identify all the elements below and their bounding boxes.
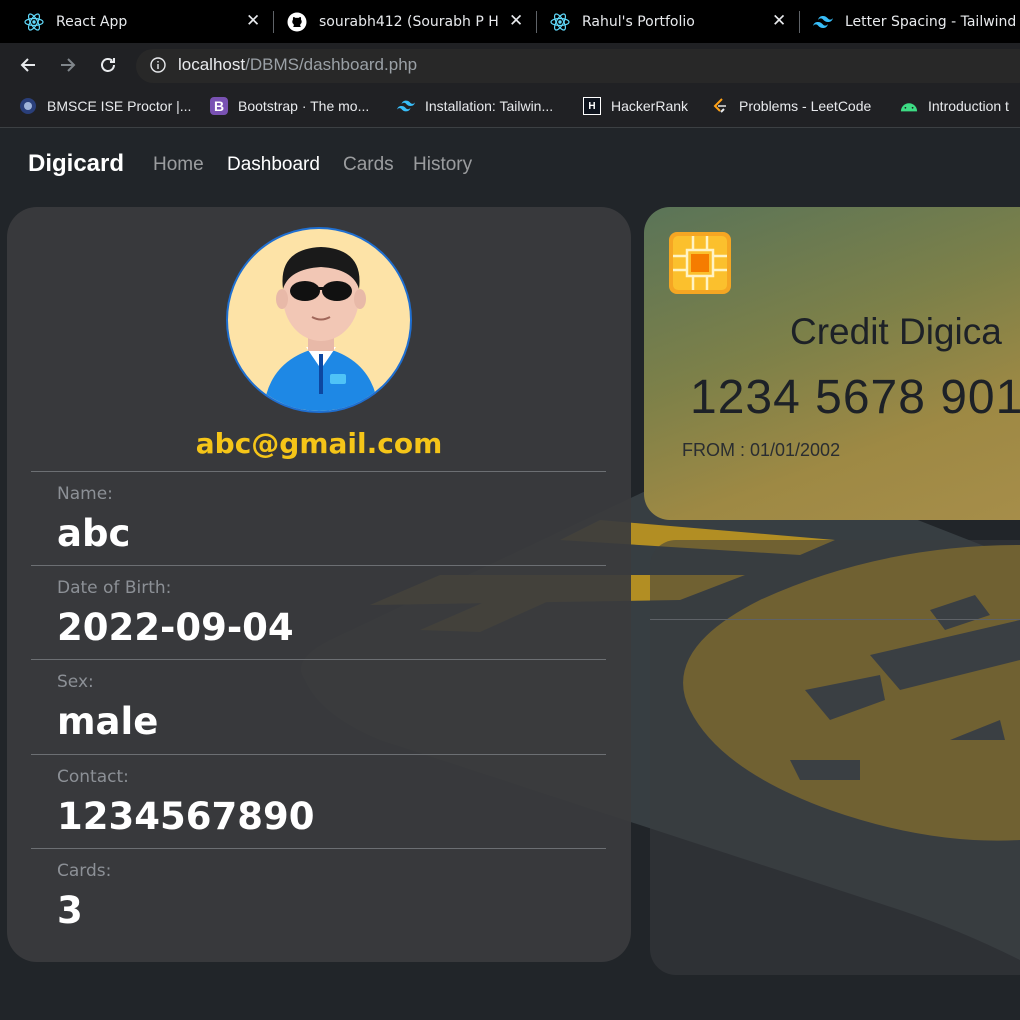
- forward-arrow-icon[interactable]: [56, 53, 80, 77]
- bookmark-label: Bootstrap · The mo...: [238, 98, 370, 114]
- brand-logo[interactable]: Digicard: [28, 150, 124, 178]
- bookmark-label: Problems - LeetCode: [739, 98, 872, 114]
- card-title: Credit Digica: [790, 311, 1002, 352]
- tab-separator: [536, 11, 537, 33]
- field-name: Name: abc: [31, 471, 606, 566]
- field-value: 3: [57, 889, 83, 932]
- bookmark-label: HackerRank: [611, 98, 689, 114]
- credit-card[interactable]: Credit Digica 1234 5678 9012 FROM : 01/0…: [644, 207, 1020, 520]
- tab-title: Rahul's Portfolio: [582, 13, 695, 30]
- tailwind-icon: [397, 97, 415, 115]
- reload-icon[interactable]: [96, 53, 120, 77]
- field-label: Name:: [57, 484, 113, 504]
- url-path: /DBMS/dashboard.php: [245, 55, 418, 74]
- bootstrap-icon: B: [210, 97, 228, 115]
- tab-title: Letter Spacing - Tailwind CS: [845, 13, 1020, 30]
- bookmark-label: Installation: Tailwin...: [425, 98, 554, 114]
- tab-title: React App: [56, 13, 128, 30]
- url-host: localhost: [178, 55, 246, 74]
- github-icon: [287, 12, 307, 32]
- tab-react-app[interactable]: React App ✕: [24, 0, 269, 43]
- android-icon: [900, 97, 918, 115]
- field-value: 2022-09-04: [57, 606, 294, 649]
- field-label: Contact:: [57, 767, 129, 787]
- profile-card: abc@gmail.com Name: abc Date of Birth: 2…: [7, 207, 631, 962]
- browser-tab-strip: React App ✕ sourabh412 (Sourabh P Hire ✕…: [0, 0, 1020, 43]
- user-email: abc@gmail.com: [195, 427, 443, 460]
- tab-github[interactable]: sourabh412 (Sourabh P Hire ✕: [287, 0, 523, 43]
- bookmark-label: Introduction t: [928, 98, 1009, 114]
- react-icon: [24, 12, 44, 32]
- nav-dashboard[interactable]: Dashboard: [227, 154, 320, 176]
- secondary-panel: [650, 540, 1020, 975]
- field-dob: Date of Birth: 2022-09-04: [31, 565, 606, 660]
- field-label: Cards:: [57, 861, 112, 881]
- hackerrank-icon: H: [583, 97, 601, 115]
- field-value: male: [57, 700, 159, 743]
- back-arrow-icon[interactable]: [16, 53, 40, 77]
- bookmark-hackerrank[interactable]: H HackerRank: [583, 96, 688, 116]
- close-icon[interactable]: ✕: [246, 11, 260, 31]
- close-icon[interactable]: ✕: [509, 11, 523, 31]
- nav-history[interactable]: History: [413, 154, 472, 176]
- url-text[interactable]: localhost/DBMS/dashboard.php: [178, 55, 417, 75]
- panel-divider: [650, 619, 1020, 620]
- bookmark-android[interactable]: Introduction t: [900, 96, 1009, 116]
- tab-separator: [273, 11, 274, 33]
- field-sex: Sex: male: [31, 659, 606, 754]
- card-number: 1234 5678 9012: [690, 371, 1020, 424]
- card-chip-icon: [669, 232, 731, 294]
- close-icon[interactable]: ✕: [772, 11, 786, 31]
- react-icon: [550, 12, 570, 32]
- field-value: abc: [57, 512, 131, 555]
- field-cards: Cards: 3: [31, 848, 606, 943]
- nav-home[interactable]: Home: [153, 154, 204, 176]
- bookmark-bootstrap[interactable]: B Bootstrap · The mo...: [210, 96, 369, 116]
- field-contact: Contact: 1234567890: [31, 754, 606, 849]
- tab-rahuls-portfolio[interactable]: Rahul's Portfolio ✕: [550, 0, 795, 43]
- field-label: Date of Birth:: [57, 578, 172, 598]
- tab-title: sourabh412 (Sourabh P Hire: [319, 13, 499, 30]
- bookmark-leetcode[interactable]: Problems - LeetCode: [711, 96, 871, 116]
- nav-cards[interactable]: Cards: [343, 154, 394, 176]
- bookmark-tailwind[interactable]: Installation: Tailwin...: [397, 96, 553, 116]
- leetcode-icon: [711, 97, 729, 115]
- site-info-icon[interactable]: [150, 57, 166, 73]
- bmsce-icon: [19, 97, 37, 115]
- tab-separator: [799, 11, 800, 33]
- bookmark-label: BMSCE ISE Proctor |...: [47, 98, 192, 114]
- field-value: 1234567890: [57, 795, 315, 838]
- card-valid-from: FROM : 01/01/2002: [682, 440, 841, 460]
- avatar: [226, 227, 412, 413]
- field-label: Sex:: [57, 672, 94, 692]
- bookmark-bmsce[interactable]: BMSCE ISE Proctor |...: [19, 96, 191, 116]
- tailwind-icon: [813, 12, 833, 32]
- tab-letter-spacing[interactable]: Letter Spacing - Tailwind CS: [813, 0, 1020, 43]
